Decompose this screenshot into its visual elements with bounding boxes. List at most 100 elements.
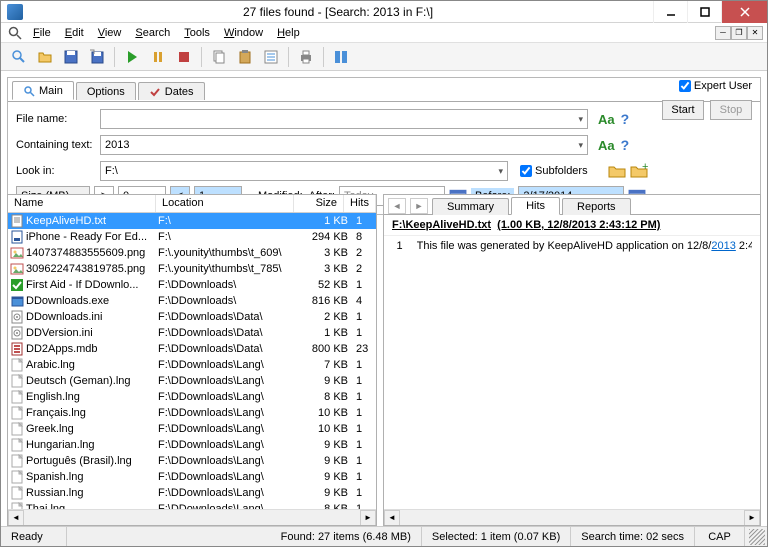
file-size: 1 KB — [304, 215, 352, 227]
file-size: 800 KB — [304, 343, 352, 355]
save-button[interactable] — [59, 45, 83, 69]
window-title: 27 files found - [Search: 2013 in F:\] — [23, 5, 653, 19]
table-row[interactable]: Deutsch (Geman).lngF:\DDownloads\Lang\9 … — [8, 373, 376, 389]
menu-view[interactable]: View — [92, 25, 128, 41]
mdi-restore-button[interactable]: ❐ — [731, 26, 747, 40]
tab-summary[interactable]: Summary — [432, 198, 509, 215]
file-location: F:\DDownloads\Lang\ — [158, 455, 304, 467]
table-row[interactable]: English.lngF:\DDownloads\Lang\8 KB1 — [8, 389, 376, 405]
menu-edit[interactable]: Edit — [59, 25, 90, 41]
scroll-right-icon[interactable]: ► — [744, 510, 760, 526]
table-row[interactable]: 3096224743819785.pngF:\.younity\thumbs\t… — [8, 261, 376, 277]
scroll-right-icon[interactable]: ► — [360, 510, 376, 526]
table-row[interactable]: DDownloads.exeF:\DDownloads\816 KB4 — [8, 293, 376, 309]
file-hits: 1 — [352, 359, 376, 371]
file-type-icon — [10, 262, 24, 276]
file-hits: 1 — [352, 439, 376, 451]
status-selected: Selected: 1 item (0.07 KB) — [422, 527, 571, 546]
table-row[interactable]: Português (Brasil).lngF:\DDownloads\Lang… — [8, 453, 376, 469]
pause-search-button[interactable] — [146, 45, 170, 69]
table-row[interactable]: DDownloads.iniF:\DDownloads\Data\2 KB1 — [8, 309, 376, 325]
file-location: F:\DDownloads\Lang\ — [158, 359, 304, 371]
table-row[interactable]: DD2Apps.mdbF:\DDownloads\Data\800 KB23 — [8, 341, 376, 357]
list-body[interactable]: KeepAliveHD.txtF:\1 KB1iPhone - Ready Fo… — [8, 213, 376, 509]
tab-main[interactable]: Main — [12, 81, 74, 100]
browse-folder-icon[interactable] — [608, 163, 626, 179]
menu-help[interactable]: Help — [271, 25, 306, 41]
print-button[interactable] — [294, 45, 318, 69]
tab-hits[interactable]: Hits — [511, 197, 560, 215]
file-hits: 8 — [352, 231, 376, 243]
tab-dates[interactable]: Dates — [138, 82, 205, 100]
file-location: F:\DDownloads\Lang\ — [158, 391, 304, 403]
mdi-close-button[interactable]: ✕ — [747, 26, 763, 40]
scroll-left-icon[interactable]: ◄ — [8, 510, 24, 526]
search-icon[interactable] — [5, 24, 25, 42]
table-row[interactable]: Spanish.lngF:\DDownloads\Lang\9 KB1 — [8, 469, 376, 485]
stop-search-button[interactable] — [172, 45, 196, 69]
help-icon[interactable]: ? — [621, 111, 630, 127]
new-search-button[interactable] — [7, 45, 31, 69]
file-hits: 4 — [352, 295, 376, 307]
subfolders-checkbox[interactable]: Subfolders — [520, 165, 598, 177]
hit-match-link[interactable]: 2013 — [711, 240, 735, 252]
add-folder-icon[interactable]: + — [630, 163, 648, 179]
case-sensitive-icon[interactable]: Aa — [598, 112, 615, 127]
help-icon[interactable]: ? — [621, 137, 630, 153]
table-row[interactable]: Français.lngF:\DDownloads\Lang\10 KB1 — [8, 405, 376, 421]
file-location: F:\DDownloads\ — [158, 279, 304, 291]
menu-search[interactable]: Search — [129, 25, 176, 41]
save-as-button[interactable] — [85, 45, 109, 69]
open-button[interactable] — [33, 45, 57, 69]
tab-reports[interactable]: Reports — [562, 198, 631, 215]
table-row[interactable]: First Aid - If DDownlo...F:\DDownloads\5… — [8, 277, 376, 293]
table-row[interactable]: 1407374883555609.pngF:\.younity\thumbs\t… — [8, 245, 376, 261]
col-location[interactable]: Location — [156, 195, 294, 212]
resize-grip-icon[interactable] — [749, 529, 765, 545]
col-size[interactable]: Size — [294, 195, 344, 212]
lookin-input[interactable]: F:\ — [100, 161, 508, 181]
case-sensitive-icon[interactable]: Aa — [598, 138, 615, 153]
col-name[interactable]: Name — [8, 195, 156, 212]
filename-input[interactable] — [100, 109, 588, 129]
table-row[interactable]: Russian.lngF:\DDownloads\Lang\9 KB1 — [8, 485, 376, 501]
containing-input[interactable]: 2013 — [100, 135, 588, 155]
menu-window[interactable]: Window — [218, 25, 269, 41]
scroll-left-icon[interactable]: ◄ — [384, 510, 400, 526]
columns-button[interactable] — [329, 45, 353, 69]
horizontal-scrollbar[interactable]: ◄ ► — [8, 509, 376, 525]
table-row[interactable]: KeepAliveHD.txtF:\1 KB1 — [8, 213, 376, 229]
table-row[interactable]: Arabic.lngF:\DDownloads\Lang\7 KB1 — [8, 357, 376, 373]
minimize-button[interactable] — [653, 1, 687, 23]
prev-hit-button[interactable]: ◄ — [388, 198, 406, 214]
export-button[interactable] — [259, 45, 283, 69]
hit-text: This file was generated by KeepAliveHD a… — [417, 240, 752, 252]
maximize-button[interactable] — [687, 1, 721, 23]
file-hits: 1 — [352, 487, 376, 499]
paste-button[interactable] — [233, 45, 257, 69]
start-search-button[interactable] — [120, 45, 144, 69]
file-size: 3 KB — [304, 247, 352, 259]
next-hit-button[interactable]: ► — [410, 198, 428, 214]
file-type-icon — [10, 246, 24, 260]
file-type-icon — [10, 422, 24, 436]
menu-tools[interactable]: Tools — [178, 25, 216, 41]
table-row[interactable]: Hungarian.lngF:\DDownloads\Lang\9 KB1 — [8, 437, 376, 453]
tab-options[interactable]: Options — [76, 82, 136, 100]
preview-file-path: F:\KeepAliveHD.txt — [392, 219, 491, 231]
file-name: Hungarian.lng — [26, 439, 158, 451]
close-button[interactable] — [721, 1, 767, 23]
horizontal-scrollbar[interactable]: ◄ ► — [384, 509, 760, 525]
table-row[interactable]: Greek.lngF:\DDownloads\Lang\10 KB1 — [8, 421, 376, 437]
expert-user-checkbox[interactable]: Expert User — [679, 80, 752, 92]
copy-button[interactable] — [207, 45, 231, 69]
file-size: 52 KB — [304, 279, 352, 291]
table-row[interactable]: iPhone - Ready For Ed...F:\294 KB8 — [8, 229, 376, 245]
table-row[interactable]: DDVersion.iniF:\DDownloads\Data\1 KB1 — [8, 325, 376, 341]
menu-file[interactable]: File — [27, 25, 57, 41]
col-hits[interactable]: Hits — [344, 195, 376, 212]
file-name: Thai.lng — [26, 503, 158, 509]
mdi-minimize-button[interactable]: ─ — [715, 26, 731, 40]
table-row[interactable]: Thai.lngF:\DDownloads\Lang\8 KB1 — [8, 501, 376, 509]
file-size: 9 KB — [304, 439, 352, 451]
